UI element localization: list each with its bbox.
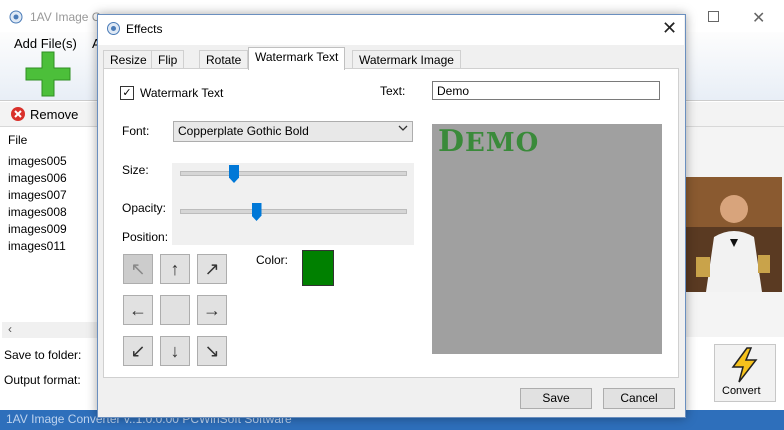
dialog-title: Effects (126, 22, 163, 36)
dialog-button-bar (98, 378, 684, 415)
color-swatch[interactable] (302, 250, 334, 286)
image-thumbnail (686, 177, 782, 292)
close-icon[interactable]: ✕ (752, 8, 765, 28)
cancel-button[interactable]: Cancel (603, 388, 675, 409)
scroll-left-icon[interactable]: ‹ (8, 322, 12, 336)
list-item[interactable]: images008 (8, 205, 67, 219)
remove-label: Remove (30, 106, 79, 122)
preview-watermark-text: DEMO (438, 124, 539, 159)
remove-button[interactable]: Remove (10, 104, 78, 124)
color-label: Color: (256, 253, 289, 267)
opacity-label: Opacity: (122, 201, 167, 215)
tab-watermark-image[interactable]: Watermark Image (352, 50, 461, 69)
watermark-text-input[interactable]: Demo (432, 81, 660, 100)
chevron-down-icon[interactable] (398, 124, 408, 132)
position-bottom-left-button[interactable]: ↙ (123, 336, 153, 366)
add-files-label[interactable]: Add File(s) (14, 36, 77, 51)
convert-label: Convert (722, 385, 761, 397)
maximize-icon[interactable] (708, 11, 719, 22)
dialog-app-icon (107, 22, 120, 35)
output-format-label: Output format: (4, 373, 81, 387)
file-column-header[interactable]: File (8, 133, 27, 147)
list-item[interactable]: images007 (8, 188, 67, 202)
position-left-button[interactable]: ← (123, 295, 153, 325)
list-item[interactable]: images009 (8, 222, 67, 236)
text-label: Text: (380, 84, 406, 98)
size-label: Size: (122, 163, 149, 177)
position-top-left-button[interactable]: ↖ (123, 254, 153, 284)
dialog-titlebar (98, 15, 684, 45)
dialog-close-icon[interactable]: ✕ (662, 18, 677, 39)
save-folder-label: Save to folder: (4, 348, 82, 362)
tab-rotate[interactable]: Rotate (199, 50, 249, 69)
position-bottom-button[interactable]: ↓ (160, 336, 190, 366)
list-item[interactable]: images005 (8, 154, 67, 168)
position-right-button[interactable]: → (197, 295, 227, 325)
save-button[interactable]: Save (520, 388, 592, 409)
watermark-checkbox[interactable]: ✓ (120, 86, 134, 100)
app-icon (9, 10, 23, 24)
font-select[interactable]: Copperplate Gothic Bold (173, 121, 413, 142)
opacity-slider-track[interactable] (180, 209, 407, 214)
main-window-title: 1AV Image Co (30, 10, 108, 24)
position-center-button[interactable] (160, 295, 190, 325)
position-label: Position: (122, 230, 169, 244)
tab-resize[interactable]: Resize (103, 50, 154, 69)
list-item[interactable]: images011 (8, 239, 66, 253)
tab-watermark-text[interactable]: Watermark Text (248, 47, 346, 70)
list-item[interactable]: images006 (8, 171, 67, 185)
position-top-button[interactable]: ↑ (160, 254, 190, 284)
watermark-checkbox-label[interactable]: Watermark Text (140, 86, 223, 100)
preview-text-rest: EMO (465, 128, 540, 158)
add-files-plus-icon[interactable] (24, 50, 72, 98)
preview-text-initial: D (438, 124, 466, 159)
font-label: Font: (122, 124, 150, 138)
position-bottom-right-button[interactable]: ↘ (197, 336, 227, 366)
lightning-icon (731, 347, 758, 383)
position-top-right-button[interactable]: ↗ (197, 254, 227, 284)
remove-icon (11, 107, 25, 121)
size-slider-track[interactable] (180, 171, 407, 176)
horizontal-scrollbar[interactable]: ‹ (2, 322, 98, 338)
tab-flip[interactable]: Flip (151, 50, 185, 69)
